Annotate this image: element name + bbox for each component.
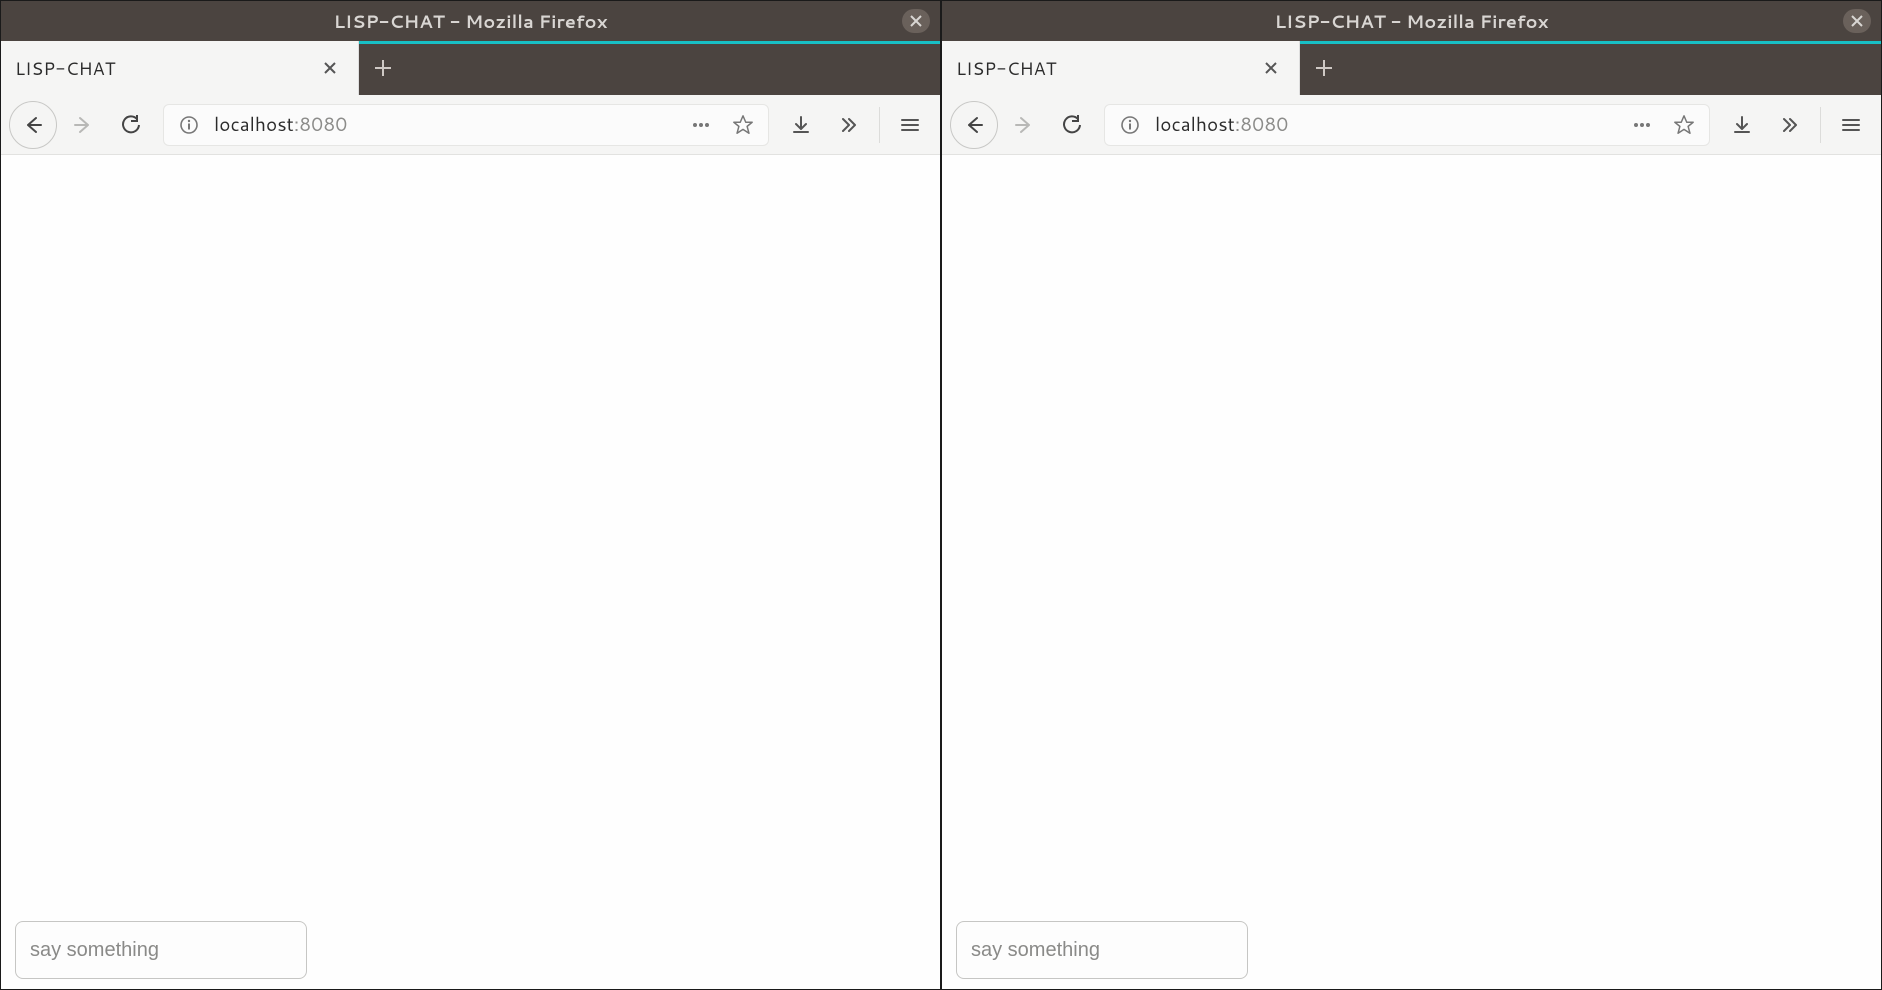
url-host: localhost <box>1155 111 1235 138</box>
url-bar[interactable]: localhost:8080 <box>163 104 769 146</box>
reload-button[interactable] <box>109 103 153 147</box>
toolbar-separator <box>1820 107 1821 143</box>
reload-icon <box>121 115 141 135</box>
browser-window: LISP-CHAT - Mozilla Firefox LISP-CHAT <box>941 0 1882 990</box>
chat-message-input[interactable] <box>15 921 307 979</box>
url-text[interactable]: localhost:8080 <box>1155 111 1617 138</box>
downloads-button[interactable] <box>1720 103 1764 147</box>
browser-tab[interactable]: LISP-CHAT <box>942 41 1300 95</box>
chevron-double-right-icon <box>1780 115 1800 135</box>
ellipsis-icon <box>691 115 711 135</box>
browser-tab[interactable]: LISP-CHAT <box>1 41 359 95</box>
tab-close-button[interactable] <box>316 54 344 82</box>
arrow-right-icon <box>73 115 93 135</box>
chat-message-input[interactable] <box>956 921 1248 979</box>
site-info-button[interactable] <box>1113 108 1147 142</box>
downloads-button[interactable] <box>779 103 823 147</box>
close-icon <box>1264 61 1278 75</box>
back-button[interactable] <box>9 101 57 149</box>
forward-button[interactable] <box>61 103 105 147</box>
arrow-left-icon <box>964 115 984 135</box>
toolbar-separator <box>879 107 880 143</box>
close-icon <box>910 15 922 27</box>
download-icon <box>791 115 811 135</box>
url-bar[interactable]: localhost:8080 <box>1104 104 1710 146</box>
menu-button[interactable] <box>1829 103 1873 147</box>
page-content <box>1 155 940 989</box>
page-actions-button[interactable] <box>1625 108 1659 142</box>
reload-button[interactable] <box>1050 103 1094 147</box>
nav-toolbar: localhost:8080 <box>1 95 940 155</box>
site-info-button[interactable] <box>172 108 206 142</box>
window-titlebar[interactable]: LISP-CHAT - Mozilla Firefox <box>942 1 1881 41</box>
chevron-double-right-icon <box>839 115 859 135</box>
page-actions-button[interactable] <box>684 108 718 142</box>
nav-toolbar: localhost:8080 <box>942 95 1881 155</box>
browser-window: LISP-CHAT - Mozilla Firefox LISP-CHAT <box>0 0 941 990</box>
window-close-button[interactable] <box>902 9 930 33</box>
ellipsis-icon <box>1632 115 1652 135</box>
plus-icon <box>374 59 392 77</box>
hamburger-icon <box>900 115 920 135</box>
star-icon <box>732 114 754 136</box>
tab-strip: LISP-CHAT <box>942 41 1881 95</box>
tab-close-button[interactable] <box>1257 54 1285 82</box>
forward-button[interactable] <box>1002 103 1046 147</box>
tab-title: LISP-CHAT <box>15 55 316 81</box>
window-title: LISP-CHAT - Mozilla Firefox <box>334 8 608 34</box>
overflow-button[interactable] <box>827 103 871 147</box>
star-icon <box>1673 114 1695 136</box>
url-host: localhost <box>214 111 294 138</box>
window-close-button[interactable] <box>1843 9 1871 33</box>
new-tab-button[interactable] <box>1300 41 1348 95</box>
tab-title: LISP-CHAT <box>956 55 1257 81</box>
hamburger-icon <box>1841 115 1861 135</box>
close-icon <box>1851 15 1863 27</box>
info-icon <box>1120 115 1140 135</box>
tab-strip: LISP-CHAT <box>1 41 940 95</box>
new-tab-button[interactable] <box>359 41 407 95</box>
arrow-left-icon <box>23 115 43 135</box>
url-port: :8080 <box>294 111 348 138</box>
download-icon <box>1732 115 1752 135</box>
info-icon <box>179 115 199 135</box>
bookmark-button[interactable] <box>726 108 760 142</box>
menu-button[interactable] <box>888 103 932 147</box>
window-title: LISP-CHAT - Mozilla Firefox <box>1275 8 1549 34</box>
url-text[interactable]: localhost:8080 <box>214 111 676 138</box>
bookmark-button[interactable] <box>1667 108 1701 142</box>
page-content <box>942 155 1881 989</box>
overflow-button[interactable] <box>1768 103 1812 147</box>
plus-icon <box>1315 59 1333 77</box>
reload-icon <box>1062 115 1082 135</box>
close-icon <box>323 61 337 75</box>
back-button[interactable] <box>950 101 998 149</box>
arrow-right-icon <box>1014 115 1034 135</box>
window-titlebar[interactable]: LISP-CHAT - Mozilla Firefox <box>1 1 940 41</box>
url-port: :8080 <box>1235 111 1289 138</box>
